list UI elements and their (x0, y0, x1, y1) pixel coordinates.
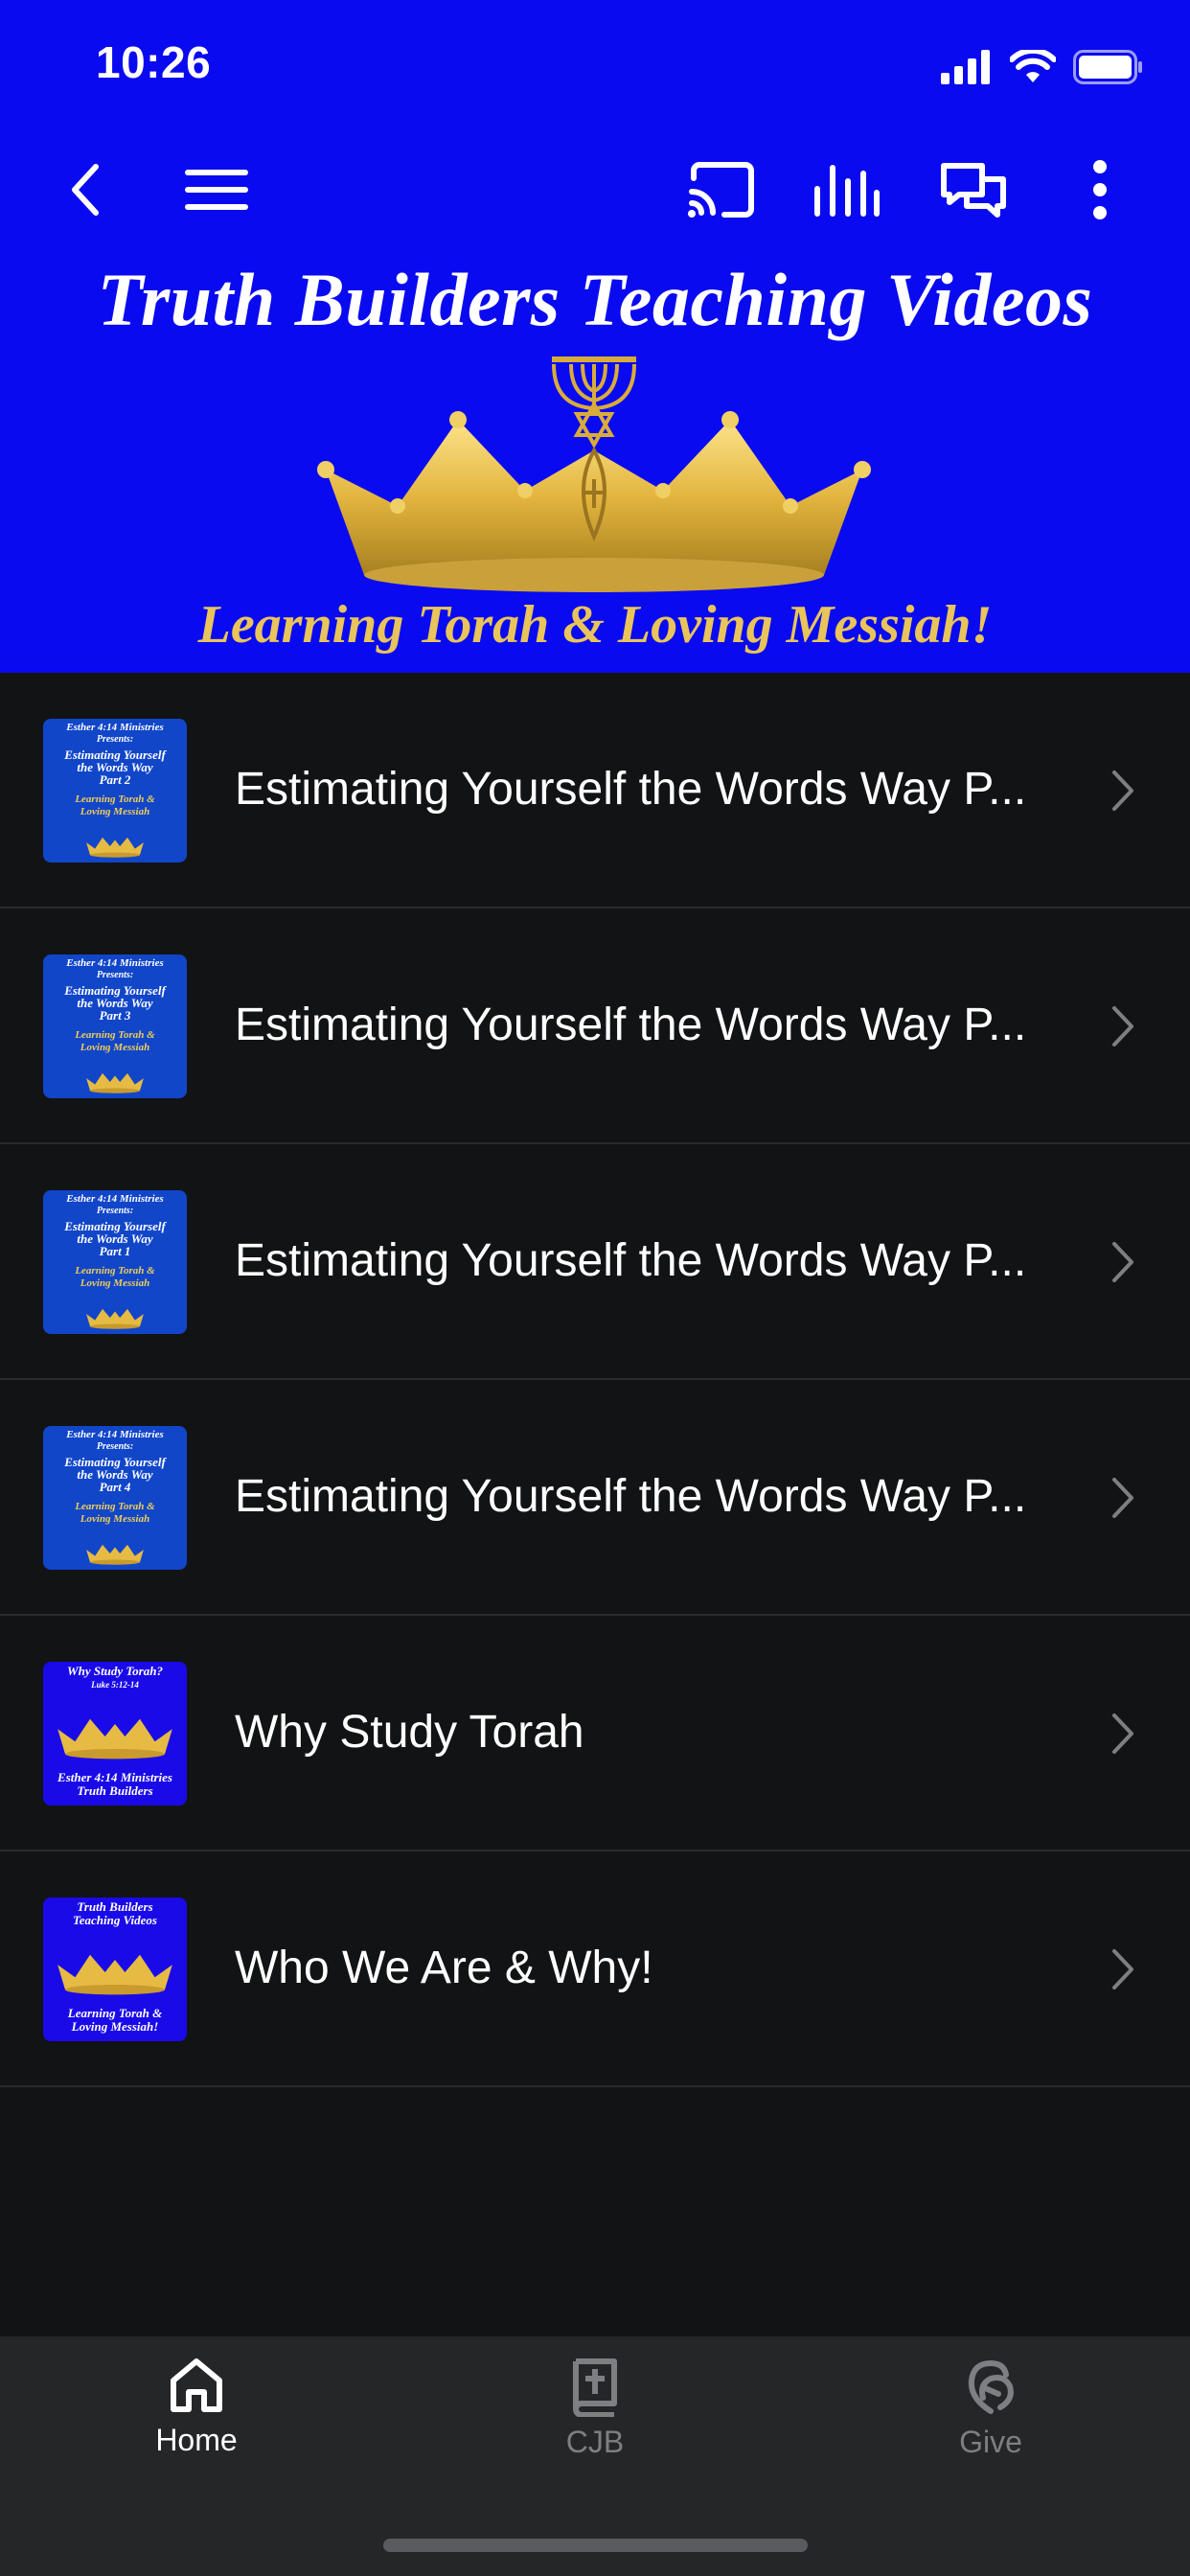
tab-give-label: Give (959, 2425, 1022, 2459)
audio-bars-icon (814, 165, 880, 217)
thumbnail-text: Learning Torah & (75, 1029, 155, 1041)
status-icons (941, 46, 1144, 88)
thumbnail-text: Presents: (96, 1441, 134, 1452)
thumbnail-text: Learning Torah & (75, 1501, 155, 1512)
home-icon (171, 2358, 222, 2412)
chat-button[interactable] (927, 144, 1019, 236)
video-thumbnail: Esther 4:14 Ministries Presents: Estimatin… (43, 719, 187, 862)
menu-button[interactable] (171, 144, 263, 236)
chevron-right-icon (1112, 1478, 1133, 1518)
list-item[interactable]: Why Study Torah? Luke 5:12-14 Esther 4:14 … (0, 1616, 1190, 1852)
audio-button[interactable] (801, 144, 893, 236)
more-button[interactable] (1054, 144, 1146, 236)
thumbnail-text: Part 2 (99, 772, 131, 787)
thumbnail-text: Teaching Videos (72, 1913, 157, 1927)
signal-bars-icon (941, 50, 990, 84)
thumbnail-text: Esther 4:14 Ministries (66, 722, 164, 733)
nav-bar (0, 144, 1190, 240)
thumbnail-crown-image (86, 1308, 144, 1329)
battery-icon (1073, 50, 1142, 84)
header: 10:26 Truth Builders Teaching Videos Lea… (0, 0, 1190, 673)
chevron-right-icon (1112, 770, 1133, 811)
video-title: Who We Are & Why! (235, 1943, 653, 1993)
chevron-right-icon (1112, 1242, 1133, 1282)
status-bar: 10:26 (0, 0, 1190, 134)
thumbnail-text: Presents: (96, 970, 134, 980)
video-thumbnail: Esther 4:14 Ministries Presents: Estimatin… (43, 1190, 187, 1334)
list-item[interactable]: Esther 4:14 Ministries Presents: Estimatin… (0, 908, 1190, 1144)
cast-button[interactable] (675, 144, 767, 236)
list-item[interactable]: Truth Builders Teaching Videos Learning To… (0, 1852, 1190, 2087)
list-item[interactable]: Esther 4:14 Ministries Presents: Estimatin… (0, 1380, 1190, 1616)
chevron-left-icon (72, 164, 99, 216)
thumbnail-crown-image (57, 1954, 172, 1995)
chevron-right-icon (1112, 1714, 1133, 1754)
more-vertical-icon (1093, 160, 1107, 219)
back-button[interactable] (40, 144, 132, 236)
thumbnail-text: Luke 5:12-14 (91, 1680, 139, 1690)
give-icon (968, 2359, 1014, 2414)
video-thumbnail: Why Study Torah? Luke 5:12-14 Esther 4:14 … (43, 1662, 187, 1806)
thumbnail-text: Part 4 (99, 1480, 131, 1494)
thumbnail-text: Part 1 (99, 1244, 131, 1258)
thumbnail-text: Loving Messiah! (71, 2019, 159, 2034)
list-item[interactable]: Esther 4:14 Ministries Presents: Estimatin… (0, 673, 1190, 908)
home-indicator (383, 2539, 808, 2552)
video-title: Estimating Yourself the Words Way P... (235, 764, 1027, 815)
video-list: Esther 4:14 Ministries Presents: Estimatin… (0, 673, 1190, 2087)
thumbnail-text: Presents: (96, 734, 134, 745)
thumbnail-text: Why Study Torah? (67, 1664, 163, 1678)
thumbnail-crown-image (86, 1072, 144, 1093)
thumbnail-text: Learning Torah & (67, 2006, 163, 2020)
thumbnail-text: Presents: (96, 1206, 134, 1216)
video-title: Estimating Yourself the Words Way P... (235, 1235, 1027, 1286)
tab-cjb[interactable]: CJB (451, 2356, 739, 2509)
thumbnail-text: Truth Builders (77, 1783, 153, 1798)
video-thumbnail: Esther 4:14 Ministries Presents: Estimatin… (43, 954, 187, 1098)
thumbnail-text: Loving Messiah (80, 806, 150, 817)
cast-icon (688, 162, 754, 218)
video-thumbnail: Esther 4:14 Ministries Presents: Estimatin… (43, 1426, 187, 1570)
thumbnail-crown-image (86, 1544, 144, 1565)
thumbnail-text: Esther 4:14 Ministries (66, 1193, 164, 1205)
thumbnail-text: Esther 4:14 Ministries (66, 957, 164, 969)
crown-menorah-emblem (317, 356, 871, 592)
status-time: 10:26 (96, 37, 212, 87)
thumbnail-crown-image (86, 837, 144, 858)
tab-home-label: Home (155, 2423, 238, 2457)
banner-subtitle: Learning Torah & Loving Messiah! (197, 595, 993, 655)
thumbnail-text: Esther 4:14 Ministries (66, 1429, 164, 1440)
tab-cjb-label: CJB (565, 2425, 625, 2459)
thumbnail-text: Learning Torah & (75, 1265, 155, 1276)
hamburger-menu-icon (185, 170, 248, 210)
chevron-right-icon (1112, 1949, 1133, 1990)
thumbnail-text: Esther 4:14 Ministries (57, 1770, 172, 1784)
thumbnail-crown-image (57, 1718, 172, 1760)
list-item[interactable]: Esther 4:14 Ministries Presents: Estimatin… (0, 1144, 1190, 1380)
chat-bubbles-icon (941, 163, 1006, 218)
thumbnail-text: Loving Messiah (80, 1277, 150, 1289)
thumbnail-text: Loving Messiah (80, 1513, 150, 1525)
thumbnail-text: Truth Builders (77, 1899, 153, 1914)
thumbnail-text: Part 3 (99, 1008, 131, 1023)
tab-give[interactable]: Give (847, 2356, 1134, 2509)
video-title: Why Study Torah (235, 1707, 584, 1758)
chevron-right-icon (1112, 1006, 1133, 1046)
video-title: Estimating Yourself the Words Way P... (235, 1471, 1027, 1522)
thumbnail-text: Loving Messiah (80, 1042, 150, 1053)
wifi-icon (1010, 50, 1056, 82)
video-title: Estimating Yourself the Words Way P... (235, 1000, 1027, 1050)
thumbnail-text: Learning Torah & (75, 794, 155, 805)
banner: Truth Builders Teaching Videos Learning … (0, 257, 1190, 673)
bible-icon (573, 2358, 617, 2417)
tab-home[interactable]: Home (53, 2356, 340, 2509)
video-thumbnail: Truth Builders Teaching Videos Learning To… (43, 1898, 187, 2041)
banner-title: Truth Builders Teaching Videos (97, 258, 1093, 341)
